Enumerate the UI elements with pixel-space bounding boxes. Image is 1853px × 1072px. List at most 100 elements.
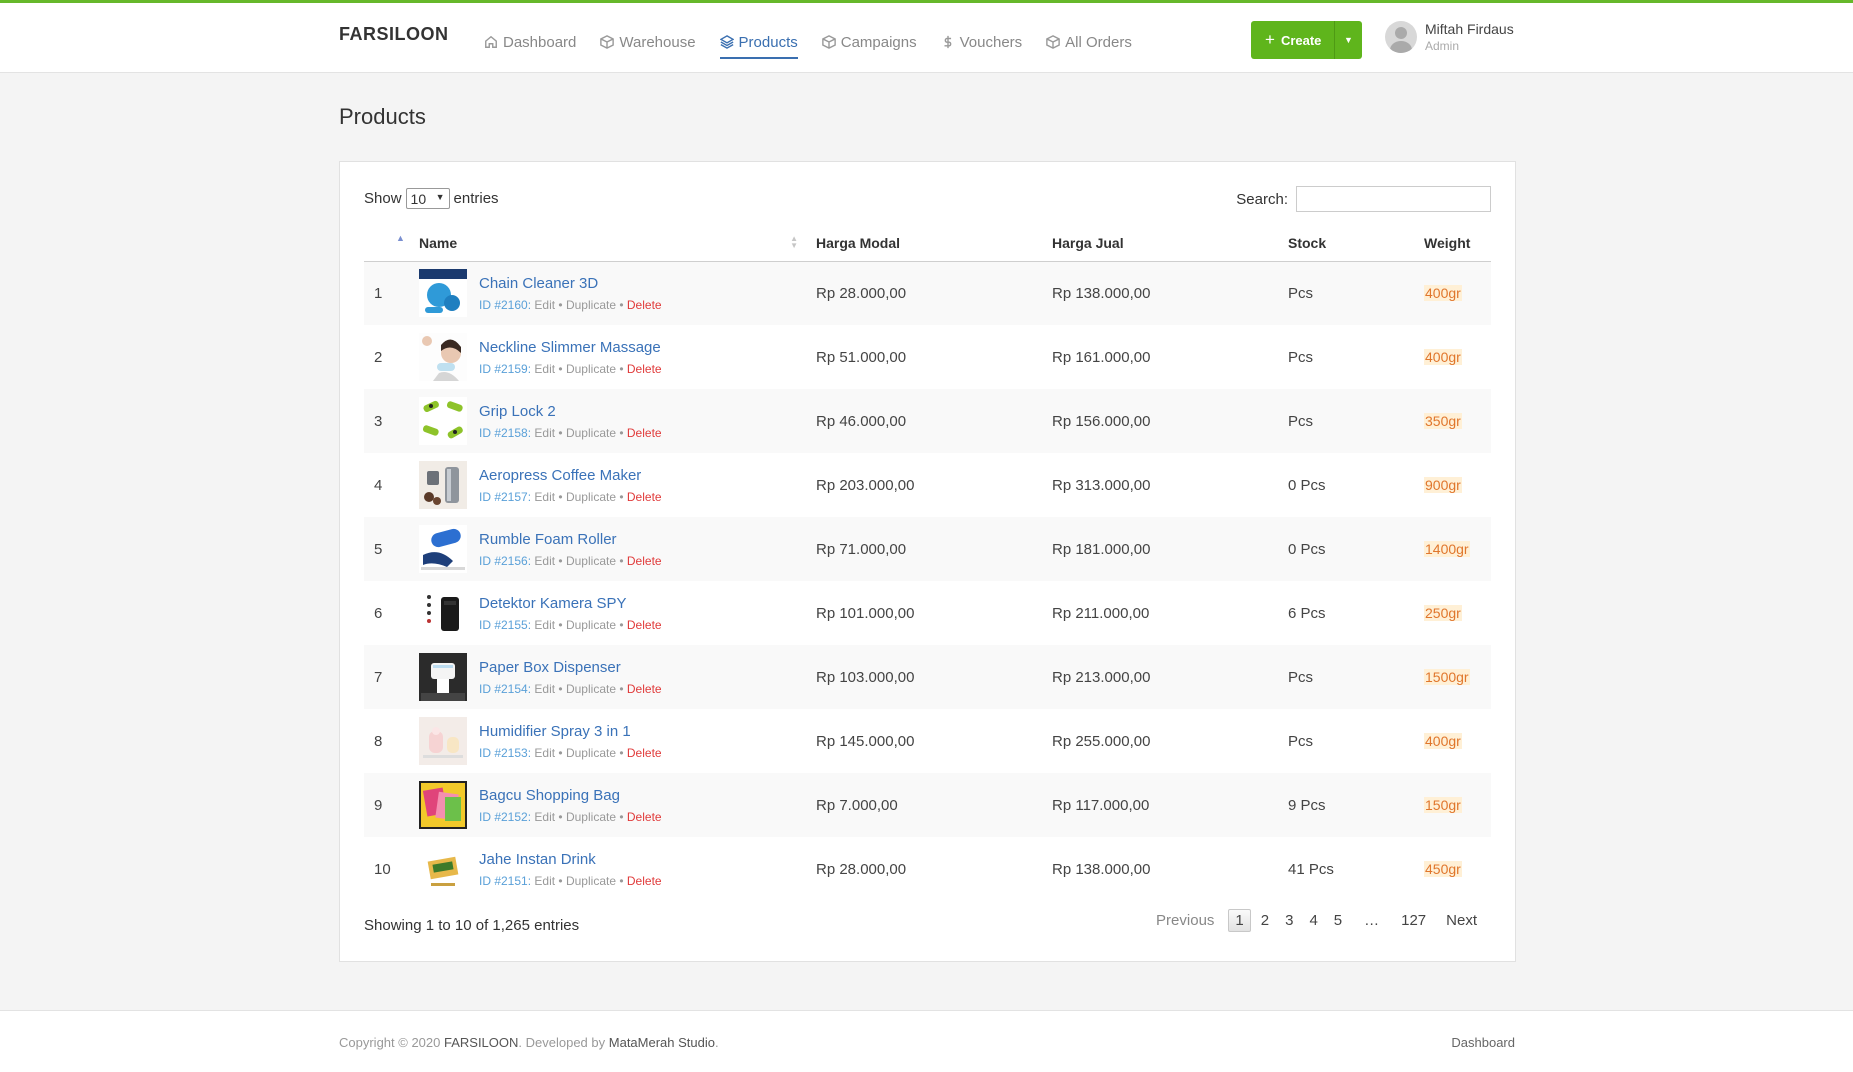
product-name-link[interactable]: Chain Cleaner 3D <box>479 275 662 292</box>
user-menu[interactable]: Miftah Firdaus Admin <box>1385 21 1514 53</box>
footer-brand[interactable]: FARSILOON <box>444 1035 518 1050</box>
nav-item-all-orders[interactable]: All Orders <box>1046 28 1132 56</box>
delete-link[interactable]: Delete <box>627 298 662 312</box>
product-cell: Aeropress Coffee Maker ID #2157: Edit • D… <box>419 453 804 517</box>
product-actions: ID #2158: Edit • Duplicate • Delete <box>479 426 662 440</box>
product-thumbnail[interactable] <box>419 653 467 701</box>
product-thumbnail[interactable] <box>419 397 467 445</box>
edit-link[interactable]: Edit <box>534 874 555 888</box>
edit-link[interactable]: Edit <box>534 426 555 440</box>
edit-link[interactable]: Edit <box>534 298 555 312</box>
create-dropdown-toggle[interactable]: ▼ <box>1335 35 1362 45</box>
harga-modal-cell: Rp 51.000,00 <box>816 348 907 366</box>
pagination-next[interactable]: Next <box>1440 910 1483 931</box>
duplicate-link[interactable]: Duplicate <box>566 682 616 696</box>
nav-item-vouchers[interactable]: Vouchers <box>941 28 1022 56</box>
row-number: 5 <box>374 540 383 558</box>
nav-item-dashboard[interactable]: Dashboard <box>484 28 576 56</box>
weight-cell: 900gr <box>1412 453 1491 517</box>
user-role: Admin <box>1425 39 1460 53</box>
row-number: 4 <box>374 476 383 494</box>
delete-link[interactable]: Delete <box>627 554 662 568</box>
harga-jual-cell: Rp 117.000,00 <box>1052 796 1150 814</box>
harga-jual-cell: Rp 138.000,00 <box>1052 284 1151 302</box>
page-size-select[interactable]: 10 ▼ <box>405 188 450 209</box>
footer-studio-link[interactable]: MataMerah Studio <box>609 1035 715 1050</box>
edit-link[interactable]: Edit <box>534 554 555 568</box>
column-header-stock[interactable]: Stock <box>1276 225 1412 262</box>
pagination-page-5[interactable]: 5 <box>1328 910 1348 931</box>
duplicate-link[interactable]: Duplicate <box>566 618 616 632</box>
product-thumbnail[interactable] <box>419 269 467 318</box>
duplicate-link[interactable]: Duplicate <box>566 426 616 440</box>
product-thumbnail[interactable] <box>419 781 467 829</box>
weight-badge: 400gr <box>1424 348 1462 365</box>
pagination-page-2[interactable]: 2 <box>1255 910 1275 931</box>
duplicate-link[interactable]: Duplicate <box>566 554 616 568</box>
footer-dashboard-link[interactable]: Dashboard <box>1451 1035 1515 1050</box>
pagination-page-last[interactable]: 127 <box>1395 910 1432 931</box>
duplicate-link[interactable]: Duplicate <box>566 810 616 824</box>
column-header-harga-jual[interactable]: Harga Jual <box>1040 225 1276 262</box>
edit-link[interactable]: Edit <box>534 810 555 824</box>
column-header-weight[interactable]: Weight <box>1412 225 1491 262</box>
delete-link[interactable]: Delete <box>627 618 662 632</box>
duplicate-link[interactable]: Duplicate <box>566 746 616 760</box>
delete-link[interactable]: Delete <box>627 426 662 440</box>
product-thumbnail[interactable] <box>419 461 467 509</box>
product-thumbnail[interactable] <box>419 333 467 381</box>
delete-link[interactable]: Delete <box>627 682 662 696</box>
nav-item-campaigns[interactable]: Campaigns <box>821 28 917 56</box>
product-cell: Paper Box Dispenser ID #2154: Edit • Dupl… <box>419 645 804 709</box>
delete-link[interactable]: Delete <box>627 746 662 760</box>
product-thumbnail[interactable] <box>419 589 467 637</box>
stock-cell: Pcs <box>1288 732 1314 750</box>
product-thumbnail[interactable] <box>419 717 467 765</box>
product-name-link[interactable]: Jahe Instan Drink <box>479 851 662 868</box>
product-name-link[interactable]: Paper Box Dispenser <box>479 659 662 676</box>
edit-link[interactable]: Edit <box>534 682 555 696</box>
product-actions: ID #2155: Edit • Duplicate • Delete <box>479 618 662 632</box>
edit-link[interactable]: Edit <box>534 490 555 504</box>
caret-down-icon: ▼ <box>435 192 445 202</box>
product-cell: Rumble Foam Roller ID #2156: Edit • Dupli… <box>419 517 804 581</box>
product-name-link[interactable]: Detektor Kamera SPY <box>479 595 662 612</box>
duplicate-link[interactable]: Duplicate <box>566 362 616 376</box>
pagination-page-3[interactable]: 3 <box>1279 910 1299 931</box>
brand-logo[interactable]: FARSILOON <box>339 24 449 45</box>
create-button[interactable]: + Create <box>1251 21 1335 59</box>
product-cell: Bagcu Shopping Bag ID #2152: Edit • Dupli… <box>419 773 804 837</box>
pagination-page-4[interactable]: 4 <box>1303 910 1323 931</box>
nav-item-products[interactable]: Products <box>719 28 798 59</box>
product-name-link[interactable]: Humidifier Spray 3 in 1 <box>479 723 662 740</box>
delete-link[interactable]: Delete <box>627 810 662 824</box>
search-input[interactable] <box>1296 186 1491 212</box>
edit-link[interactable]: Edit <box>534 746 555 760</box>
edit-link[interactable]: Edit <box>534 362 555 376</box>
delete-link[interactable]: Delete <box>627 490 662 504</box>
edit-link[interactable]: Edit <box>534 618 555 632</box>
table-row: 5 Rumble Foam Roller ID #2156: Edit • Dupl… <box>364 517 1491 581</box>
column-header-harga-modal[interactable]: Harga Modal <box>804 225 1040 262</box>
separator: • <box>558 745 563 760</box>
duplicate-link[interactable]: Duplicate <box>566 490 616 504</box>
column-header-name[interactable]: Name ▲ ▼ <box>419 225 804 262</box>
duplicate-link[interactable]: Duplicate <box>566 874 616 888</box>
product-name-link[interactable]: Aeropress Coffee Maker <box>479 467 662 484</box>
weight-cell: 1500gr <box>1412 645 1491 709</box>
delete-link[interactable]: Delete <box>627 362 662 376</box>
product-thumbnail[interactable] <box>419 845 467 893</box>
duplicate-link[interactable]: Duplicate <box>566 298 616 312</box>
delete-link[interactable]: Delete <box>627 874 662 888</box>
product-name-link[interactable]: Bagcu Shopping Bag <box>479 787 662 804</box>
product-name-link[interactable]: Neckline Slimmer Massage <box>479 339 662 356</box>
pagination-page-1[interactable]: 1 <box>1228 909 1251 932</box>
weight-badge: 450gr <box>1424 860 1462 877</box>
product-name-link[interactable]: Rumble Foam Roller <box>479 531 662 548</box>
nav-item-warehouse[interactable]: Warehouse <box>600 28 696 56</box>
pagination-previous[interactable]: Previous <box>1150 910 1220 931</box>
table-row: 8 Humidifier Spray 3 in 1 ID #2153: Edit •… <box>364 709 1491 773</box>
product-thumbnail[interactable] <box>419 525 467 573</box>
column-header-number[interactable]: ▲ <box>364 225 419 262</box>
product-name-link[interactable]: Grip Lock 2 <box>479 403 662 420</box>
